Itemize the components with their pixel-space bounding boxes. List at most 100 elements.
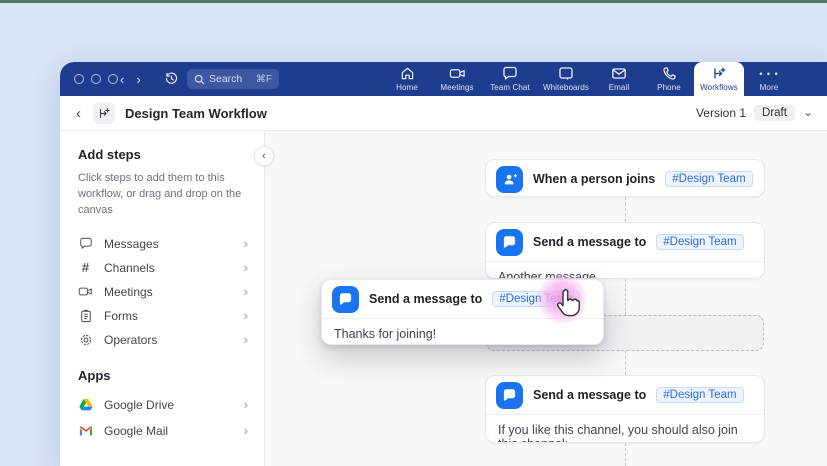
history-icon[interactable] [164, 71, 179, 91]
nav-label: More [760, 83, 779, 92]
add-steps-sidebar: ‹ Add steps Click steps to add them to t… [60, 131, 265, 466]
person-add-icon [496, 166, 523, 193]
nav-item-phone[interactable]: Phone [644, 62, 694, 96]
chevron-right-icon: › [244, 284, 248, 299]
nav-item-workflows[interactable]: Workflows [694, 62, 744, 96]
meetings-icon [449, 66, 466, 81]
workflows-icon [711, 66, 727, 81]
chat-icon [496, 382, 523, 409]
chevron-right-icon: › [244, 308, 248, 323]
chevron-right-icon: › [244, 397, 248, 412]
step-title: Send a message to [533, 388, 646, 402]
more-icon: • • • [759, 66, 778, 81]
nav-label: Meetings [440, 83, 473, 92]
step-connector [625, 351, 626, 375]
sidebar-description: Click steps to add them to this workflow… [78, 171, 250, 219]
sidebar-item-google-mail[interactable]: Google Mail › [78, 418, 250, 444]
sidebar-item-label: Messages [104, 237, 159, 251]
sidebar-title: Add steps [78, 147, 250, 162]
message-icon [78, 237, 93, 250]
nav-item-email[interactable]: Email [594, 62, 644, 96]
step-title: Send a message to [533, 235, 646, 249]
back-button[interactable]: ‹ [76, 105, 81, 122]
nav-label: Email [609, 83, 630, 92]
google-drive-icon [78, 398, 93, 411]
hand-cursor-icon [551, 287, 583, 324]
window-control-minimize[interactable] [91, 74, 101, 84]
workflow-step-message-1[interactable]: Send a message to #Design Team Another m… [485, 222, 765, 279]
page-title: Design Team Workflow [125, 106, 267, 121]
main-nav: Home Meetings Team Chat Whiteboards [382, 62, 794, 96]
search-input[interactable]: Search ⌘F [187, 69, 279, 89]
app-window: ‹ › Search ⌘F Home [60, 62, 827, 466]
chevron-right-icon: › [244, 332, 248, 347]
sidebar-item-operators[interactable]: Operators › [78, 328, 250, 352]
channel-pill[interactable]: #Design Team [665, 171, 752, 187]
sidebar-item-forms[interactable]: Forms › [78, 304, 250, 328]
search-placeholder: Search [209, 73, 242, 85]
sidebar-item-label: Forms [104, 309, 138, 323]
step-connector [625, 443, 626, 466]
nav-item-more[interactable]: • • • More [744, 62, 794, 96]
nav-label: Phone [657, 83, 681, 92]
status-badge: Draft [754, 105, 795, 121]
step-connector [625, 279, 626, 315]
history-nav: ‹ › [120, 62, 141, 96]
home-icon [400, 66, 415, 81]
workflow-step-trigger[interactable]: When a person joins #Design Team [485, 159, 765, 197]
sidebar-item-label: Operators [104, 333, 157, 347]
chevron-right-icon: › [244, 423, 248, 438]
chat-icon [332, 286, 359, 313]
sidebar-item-label: Google Mail [104, 424, 168, 438]
back-icon[interactable]: ‹ [120, 73, 124, 86]
workflow-icon [93, 102, 115, 124]
window-control-close[interactable] [74, 74, 84, 84]
step-title: Send a message to [369, 292, 482, 306]
channel-pill[interactable]: #Design Team [656, 387, 743, 403]
sidebar-item-meetings[interactable]: Meetings › [78, 280, 250, 304]
sidebar-item-label: Meetings [104, 285, 153, 299]
apps-title: Apps [78, 368, 250, 383]
nav-label: Whiteboards [543, 83, 589, 92]
nav-item-whiteboards[interactable]: Whiteboards [538, 62, 594, 96]
sidebar-item-label: Channels [104, 261, 155, 275]
google-mail-icon [78, 425, 93, 437]
chat-icon [496, 229, 523, 256]
sidebar-collapse-button[interactable]: ‹ [254, 146, 274, 166]
channel-pill[interactable]: #Design Team [656, 234, 743, 250]
workflow-step-message-2[interactable]: Send a message to #Design Team If you li… [485, 375, 765, 443]
version-label: Version 1 [696, 106, 746, 120]
hash-icon: # [78, 260, 93, 275]
video-icon [78, 285, 93, 298]
sidebar-item-channels[interactable]: # Channels › [78, 256, 250, 280]
window-control-maximize[interactable] [108, 74, 118, 84]
step-body: Another message [486, 262, 764, 279]
chevron-right-icon: › [244, 260, 248, 275]
workflow-canvas[interactable]: When a person joins #Design Team Send a … [265, 131, 827, 466]
nav-item-meetings[interactable]: Meetings [432, 62, 482, 96]
whiteboards-icon [558, 66, 574, 81]
forward-icon[interactable]: › [136, 73, 140, 86]
step-title: When a person joins [533, 172, 655, 186]
gear-icon [78, 333, 93, 347]
email-icon [611, 66, 627, 81]
chevron-right-icon: › [244, 236, 248, 251]
desktop-top-edge [0, 0, 827, 3]
form-icon [78, 309, 93, 323]
sidebar-item-google-drive[interactable]: Google Drive › [78, 392, 250, 418]
collapse-chevron-icon: ‹ [262, 150, 266, 162]
search-shortcut: ⌘F [256, 74, 272, 85]
nav-item-team-chat[interactable]: Team Chat [482, 62, 538, 96]
phone-icon [662, 66, 677, 81]
sidebar-item-messages[interactable]: Messages › [78, 232, 250, 256]
nav-label: Workflows [700, 83, 738, 92]
nav-label: Home [396, 83, 418, 92]
window-controls[interactable] [74, 62, 118, 96]
chevron-down-icon[interactable]: ⌄ [803, 105, 813, 119]
nav-label: Team Chat [490, 83, 530, 92]
team-chat-icon [502, 66, 518, 81]
search-icon [194, 74, 205, 85]
workflow-header: ‹ Design Team Workflow Version 1 Draft ⌄ [60, 96, 827, 131]
nav-item-home[interactable]: Home [382, 62, 432, 96]
step-body: If you like this channel, you should als… [486, 415, 764, 443]
